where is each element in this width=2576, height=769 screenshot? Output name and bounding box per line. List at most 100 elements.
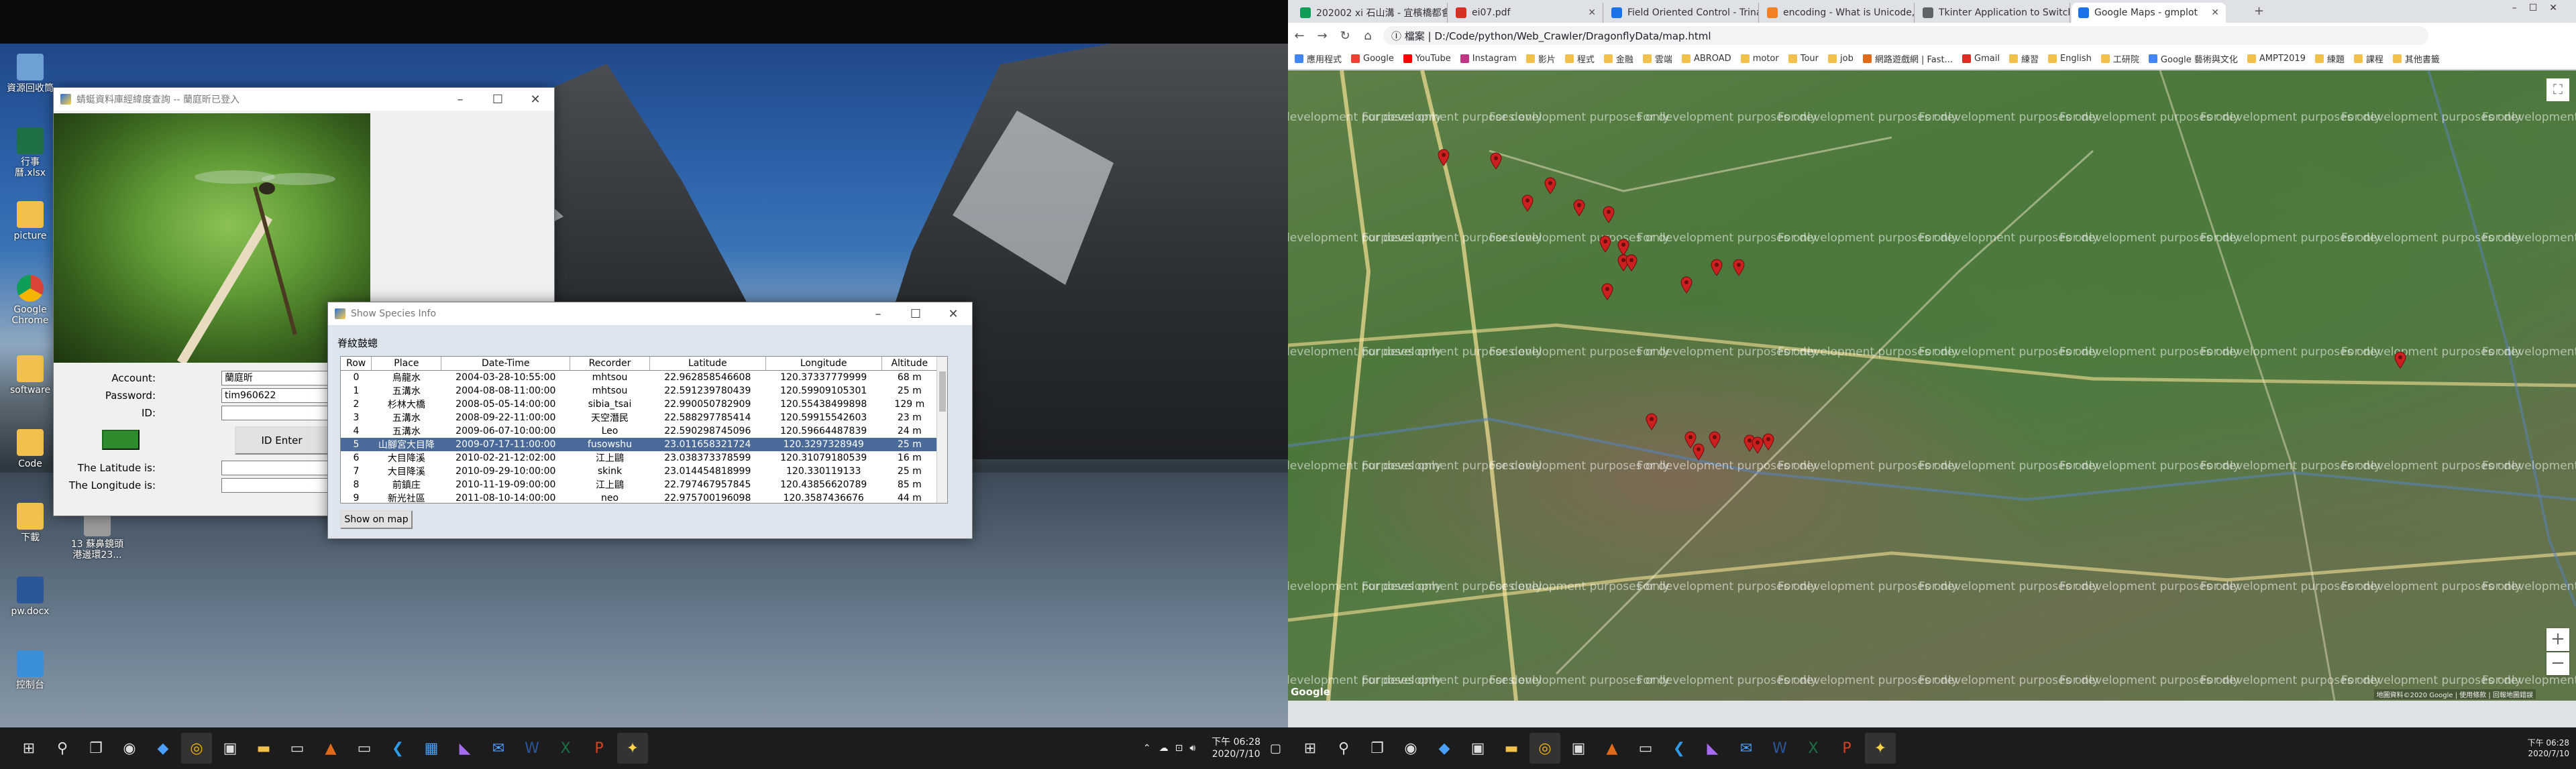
table-row[interactable]: 9 新光社區 2011-08-10-14:00:00 neo 22.9757001960… bbox=[341, 491, 938, 504]
tray-chevron-icon[interactable]: ⌃ bbox=[1143, 743, 1151, 754]
taskbar-app-icon[interactable]: ◆ bbox=[148, 733, 178, 764]
bookmark-item[interactable]: 練題 bbox=[2314, 52, 2345, 65]
bookmark-item[interactable]: Google bbox=[1351, 54, 1394, 64]
col-header-longitude[interactable]: Longitude bbox=[765, 357, 882, 371]
back-icon[interactable]: ← bbox=[1288, 29, 1311, 43]
search-icon[interactable]: ⚲ bbox=[47, 733, 78, 764]
bookmark-item[interactable]: English bbox=[2047, 54, 2092, 64]
tab-close-icon[interactable]: ✕ bbox=[1584, 7, 1596, 18]
chrome-icon[interactable]: ◎ bbox=[181, 733, 212, 764]
task-view-icon[interactable]: ❐ bbox=[80, 733, 111, 764]
bookmark-item[interactable]: Tour bbox=[1788, 54, 1819, 64]
desktop-icon-downloads[interactable]: 下載 bbox=[7, 503, 54, 543]
bookmark-item[interactable]: motor bbox=[1740, 54, 1779, 64]
visual-studio-icon[interactable]: ◣ bbox=[1697, 733, 1728, 764]
powerpoint-icon[interactable]: P bbox=[1831, 733, 1862, 764]
bookmark-item[interactable]: 練習 bbox=[2008, 52, 2039, 65]
bookmark-item[interactable]: Google 藝術與文化 bbox=[2148, 52, 2238, 65]
minimize-icon[interactable]: – bbox=[859, 307, 897, 321]
new-tab-button[interactable]: + bbox=[2254, 4, 2264, 18]
reload-icon[interactable]: ↻ bbox=[1334, 29, 1356, 43]
word-icon[interactable]: W bbox=[1764, 733, 1795, 764]
table-row[interactable]: 6 大目降溪 2010-02-21-12:02:00 江上鷗 23.0383733785… bbox=[341, 451, 938, 465]
table-scrollbar[interactable] bbox=[936, 357, 947, 503]
desktop-icon-calendar-xlsx[interactable]: 行事曆.xlsx bbox=[7, 127, 54, 178]
excel-icon[interactable]: X bbox=[550, 733, 581, 764]
map-marker-icon[interactable] bbox=[1521, 194, 1534, 212]
zoom-out-button[interactable]: − bbox=[2546, 652, 2569, 675]
table-row[interactable]: 2 杉林大橋 2008-05-05-14:00:00 sibia_tsai 22.990… bbox=[341, 398, 938, 411]
terminal-icon[interactable]: ▭ bbox=[282, 733, 313, 764]
close-icon[interactable]: ✕ bbox=[2549, 3, 2569, 13]
desktop-icon-software[interactable]: software bbox=[7, 355, 54, 396]
latitude-field[interactable] bbox=[221, 461, 329, 475]
taskbar-app-icon[interactable]: ◆ bbox=[1429, 733, 1460, 764]
close-icon[interactable]: ✕ bbox=[517, 93, 554, 107]
vscode-icon[interactable]: ❮ bbox=[1664, 733, 1695, 764]
map-marker-icon[interactable] bbox=[2394, 351, 2406, 369]
minimize-icon[interactable]: – bbox=[2512, 3, 2529, 13]
id-field[interactable] bbox=[221, 406, 329, 420]
terminal-icon[interactable]: ▭ bbox=[349, 733, 380, 764]
browser-tab[interactable]: 202002 xi 石山溝 - 宜檳橋都會✕ bbox=[1293, 3, 1448, 23]
map-marker-icon[interactable] bbox=[1490, 152, 1502, 170]
taskbar-app-icon[interactable]: ▣ bbox=[215, 733, 246, 764]
desktop-icon-recycle-bin[interactable]: 資源回收筒 bbox=[7, 54, 54, 94]
map-marker-icon[interactable] bbox=[1646, 413, 1658, 430]
map-marker-icon[interactable] bbox=[1603, 206, 1615, 223]
records-table[interactable]: Row Place Date-Time Recorder Latitude Lo… bbox=[340, 356, 948, 504]
desktop-icon-code[interactable]: Code bbox=[7, 429, 54, 469]
show-on-map-button[interactable]: Show on map bbox=[340, 510, 413, 529]
task-view-icon[interactable]: ❐ bbox=[1362, 733, 1393, 764]
desktop-icon-picture[interactable]: picture bbox=[7, 201, 54, 241]
bookmark-item[interactable]: job bbox=[1828, 54, 1854, 64]
bookmark-item[interactable]: Instagram bbox=[1460, 54, 1517, 64]
bookmark-item[interactable]: ABROAD bbox=[1681, 54, 1731, 64]
col-header-datetime[interactable]: Date-Time bbox=[441, 357, 571, 371]
search-icon[interactable]: ⚲ bbox=[1328, 733, 1359, 764]
google-map[interactable]: For development purposes only For develop… bbox=[1288, 70, 2576, 701]
file-explorer-icon[interactable]: ▬ bbox=[248, 733, 279, 764]
excel-icon[interactable]: X bbox=[1798, 733, 1829, 764]
map-marker-icon[interactable] bbox=[1573, 199, 1585, 217]
map-marker-icon[interactable] bbox=[1601, 283, 1613, 300]
volume-icon[interactable]: 🔊︎ bbox=[1189, 743, 1195, 754]
col-header-recorder[interactable]: Recorder bbox=[570, 357, 650, 371]
bookmark-item[interactable]: 應用程式 bbox=[1295, 52, 1342, 65]
browser-tab[interactable]: Field Oriented Control - Trina...✕ bbox=[1605, 3, 1759, 23]
table-row[interactable]: 7 大目降溪 2010-09-29-10:00:00 skink 23.01445481… bbox=[341, 465, 938, 478]
browser-tab[interactable]: Google Maps - gmplot ✕ bbox=[2072, 3, 2226, 23]
desktop-icon-pw-docx[interactable]: pw.docx bbox=[7, 577, 54, 617]
map-marker-icon[interactable] bbox=[1709, 431, 1721, 449]
maximize-icon[interactable]: ☐ bbox=[2529, 3, 2550, 13]
taskbar-app-icon[interactable]: ▣ bbox=[1563, 733, 1594, 764]
taskbar-app-icon[interactable]: ◉ bbox=[1395, 733, 1426, 764]
terminal-icon[interactable]: ▭ bbox=[1630, 733, 1661, 764]
bookmark-item[interactable]: 雲端 bbox=[1642, 52, 1672, 65]
maximize-icon[interactable]: ☐ bbox=[897, 307, 934, 321]
bookmark-item[interactable]: AMPT2019 bbox=[2247, 54, 2306, 64]
minimize-icon[interactable]: – bbox=[441, 93, 479, 107]
desktop-icon-chrome[interactable]: Google Chrome bbox=[7, 275, 54, 326]
bookmark-item[interactable]: 程式 bbox=[1564, 52, 1595, 65]
clock[interactable]: 下午 06:28 2020/7/10 bbox=[2528, 737, 2569, 759]
windows-start-icon[interactable]: ⊞ bbox=[1295, 733, 1326, 764]
map-marker-icon[interactable] bbox=[1599, 235, 1611, 253]
mail-icon[interactable]: ✉ bbox=[483, 733, 514, 764]
map-footer[interactable]: 地圖資料©2020 Google | 使用條款 | 回報地圖錯誤 bbox=[2373, 689, 2536, 699]
bookmark-item[interactable]: 網路遊戲網 | Fast... bbox=[1862, 52, 1953, 65]
species-window-titlebar[interactable]: Show Species Info – ☐ ✕ bbox=[328, 302, 972, 325]
map-marker-icon[interactable] bbox=[1625, 254, 1638, 272]
chrome-icon[interactable]: ◎ bbox=[1529, 733, 1560, 764]
address-bar[interactable]: Ⓘ 檔案 | D:/Code/python/Web_Crawler/Dragon… bbox=[1383, 26, 2428, 45]
login-window-titlebar[interactable]: 蜻蜓資料庫經緯度查詢 -- 蘭庭昕已登入 – ☐ ✕ bbox=[54, 88, 554, 111]
python-icon[interactable]: ✦ bbox=[617, 733, 648, 764]
col-header-place[interactable]: Place bbox=[371, 357, 442, 371]
longitude-field[interactable] bbox=[221, 478, 329, 493]
bookmark-item[interactable]: YouTube bbox=[1403, 54, 1451, 64]
python-icon[interactable]: ✦ bbox=[1865, 733, 1896, 764]
clock[interactable]: 下午 06:28 2020/7/10 bbox=[1212, 736, 1260, 760]
password-field[interactable]: tim960622 bbox=[221, 388, 329, 403]
home-icon[interactable]: ⌂ bbox=[1356, 29, 1379, 43]
taskbar-app-icon[interactable]: ▦ bbox=[416, 733, 447, 764]
